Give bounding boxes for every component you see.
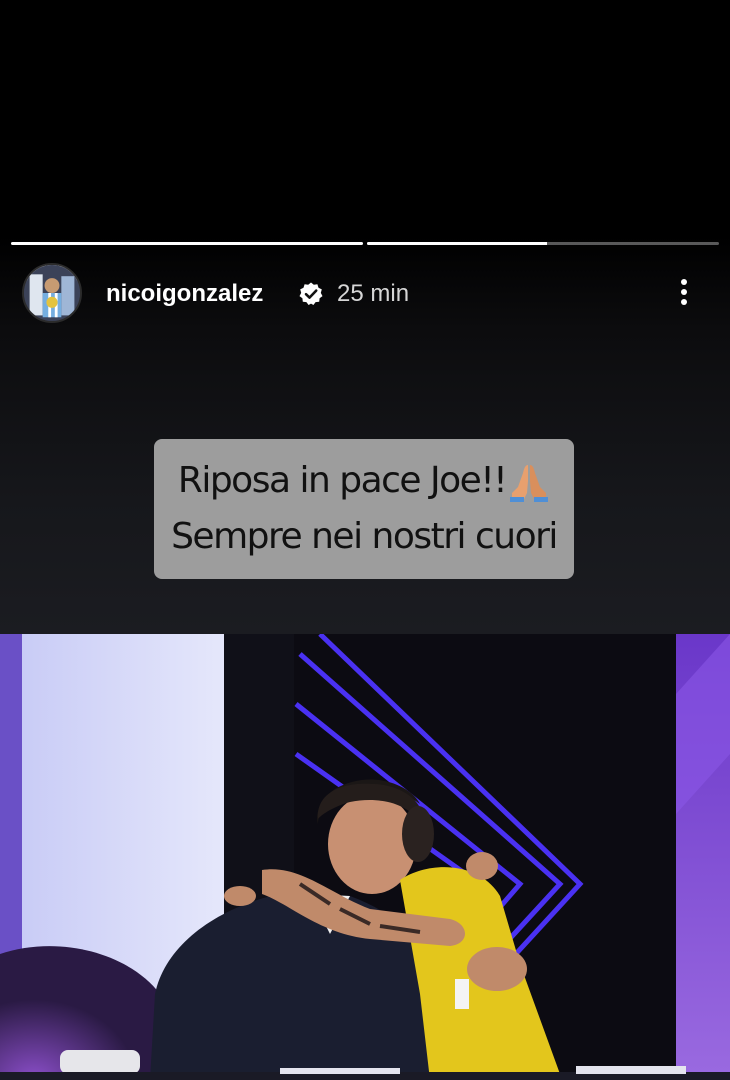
progress-fill <box>11 242 363 245</box>
avatar[interactable] <box>22 263 82 323</box>
progress-fill <box>367 242 547 245</box>
caption-line-1: Riposa in pace Joe!! <box>178 453 550 509</box>
story-viewer[interactable]: nicoigonzalez 25 min Riposa in pace Joe!… <box>0 0 730 1080</box>
text-sticker: Riposa in pace Joe!! Sempre nei nostri c… <box>154 439 574 579</box>
story-progress-bar-1 <box>11 242 363 245</box>
dot <box>681 279 687 285</box>
username[interactable]: nicoigonzalez <box>106 280 263 308</box>
dot <box>681 289 687 295</box>
post-time: 25 min <box>337 280 410 307</box>
caption-line-2: Sempre nei nostri cuori <box>171 516 558 557</box>
more-vertical-icon[interactable] <box>672 276 696 310</box>
story-progress-bar-2 <box>367 242 719 245</box>
dot <box>681 299 687 305</box>
verified-badge-icon <box>299 282 323 305</box>
story-photo <box>0 634 730 1080</box>
folded-hands-emoji <box>510 465 549 502</box>
caption-text-1: Riposa in pace Joe!! <box>177 460 508 501</box>
